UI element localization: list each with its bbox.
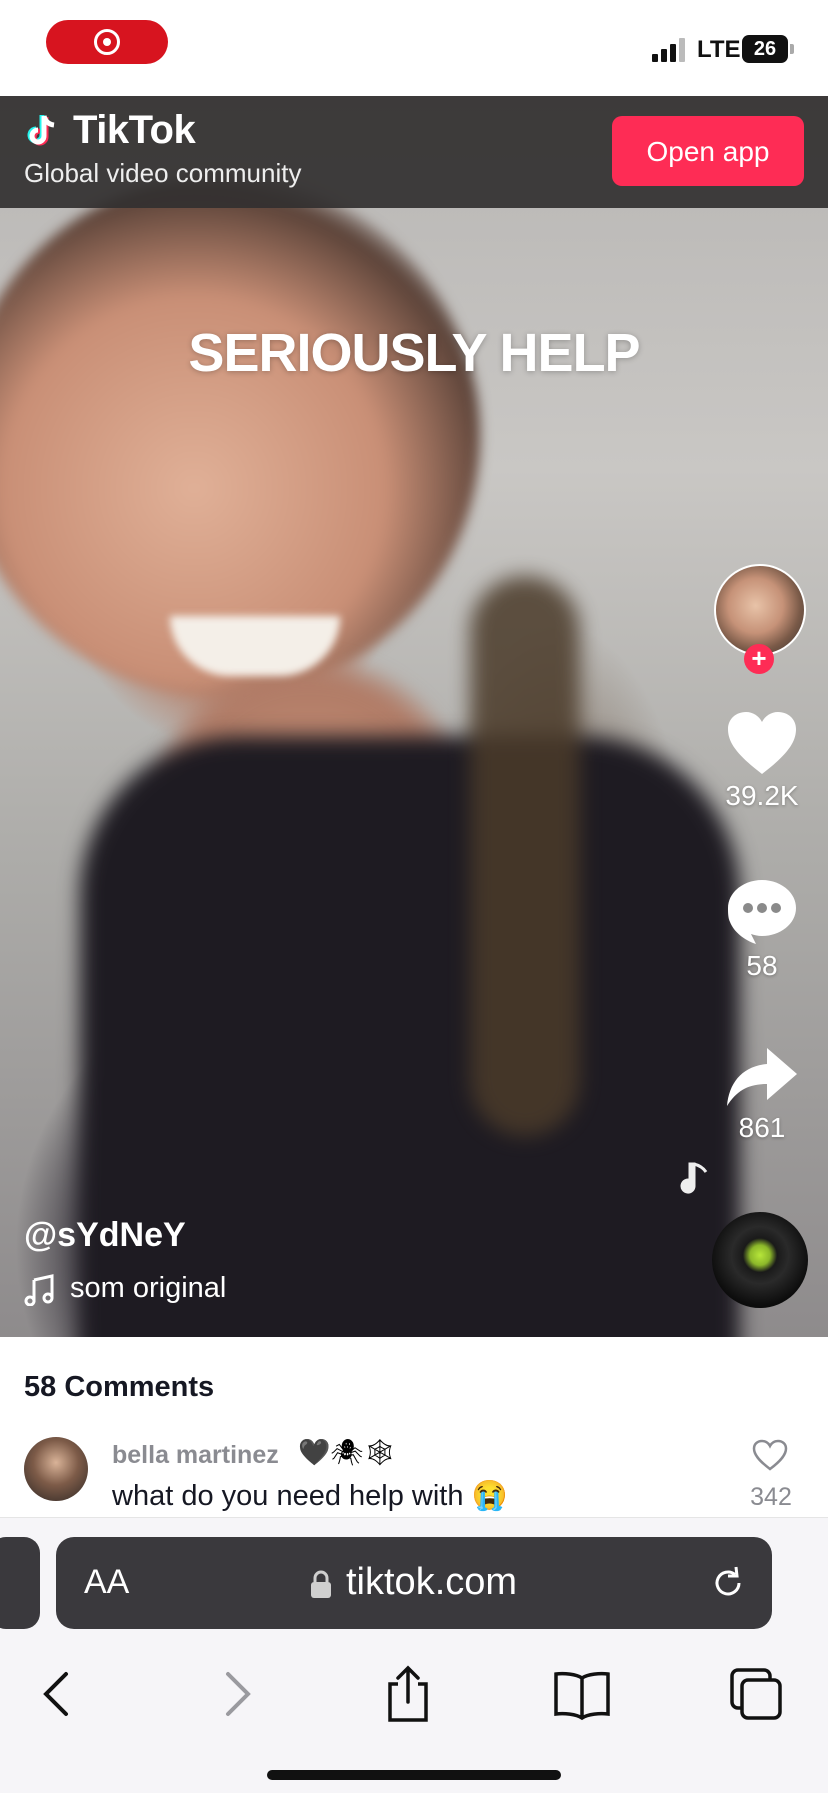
home-indicator [267, 1770, 561, 1780]
creator-username[interactable]: @sYdNeY [24, 1216, 186, 1255]
heart-icon [728, 712, 796, 774]
comments-heading: 58 Comments [24, 1371, 215, 1403]
url-text[interactable]: tiktok.com [346, 1561, 517, 1604]
video-text-overlay: SERIOUSLY HELP [188, 323, 640, 383]
network-type: LTE [697, 36, 741, 63]
comment-count: 58 [746, 950, 778, 981]
music-note-icon [680, 1162, 708, 1194]
text-size-button[interactable]: AA [84, 1563, 129, 1602]
commenter-avatar[interactable] [24, 1437, 88, 1501]
comments-section: 58 Comments bella martinez 🖤🕷🕸 what do y… [0, 1337, 828, 1517]
heart-outline-icon[interactable] [752, 1439, 788, 1471]
brand-name: TikTok [73, 108, 196, 152]
back-icon[interactable] [28, 1664, 88, 1724]
brand-tagline: Global video community [24, 158, 302, 188]
battery-cap [790, 44, 794, 54]
previous-tab-preview[interactable] [0, 1537, 40, 1629]
reload-icon[interactable] [708, 1563, 748, 1603]
comment-bubble-icon [728, 880, 796, 944]
share-count: 861 [738, 1112, 786, 1143]
status-bar: LTE 26 [0, 0, 828, 96]
sound-name: som original [70, 1272, 227, 1304]
share-button[interactable]: 861 [710, 1046, 814, 1144]
bookmarks-icon[interactable] [552, 1664, 612, 1724]
share-icon[interactable] [378, 1664, 438, 1724]
follow-button[interactable]: + [744, 644, 774, 674]
text-size-label: AA [84, 1563, 130, 1601]
tiktok-app-banner: TikTok Global video community Open app [0, 96, 828, 208]
record-icon [94, 29, 120, 55]
tiktok-logo-icon [27, 115, 55, 146]
screen-recording-indicator[interactable] [46, 20, 168, 64]
safari-toolbar: AA tiktok.com [0, 1517, 828, 1793]
cellular-signal-icon [652, 38, 688, 62]
open-app-button[interactable]: Open app [612, 116, 804, 186]
forward-icon[interactable] [206, 1664, 266, 1724]
navigation-toolbar [0, 1646, 828, 1736]
comment-like-count: 342 [750, 1483, 792, 1511]
music-note-icon [24, 1274, 54, 1306]
share-arrow-icon [727, 1048, 797, 1106]
comment-author[interactable]: bella martinez [112, 1441, 279, 1470]
battery-icon: 26 [742, 35, 788, 63]
comment-text: what do you need help with 😭 [112, 1480, 508, 1512]
tabs-icon[interactable] [726, 1664, 786, 1724]
sound-disc[interactable] [712, 1212, 808, 1308]
lock-icon [311, 1570, 331, 1598]
comment-button[interactable]: 58 [710, 878, 814, 982]
like-count: 39.2K [725, 780, 799, 811]
battery-level: 26 [753, 38, 777, 60]
video-player[interactable] [0, 96, 828, 1337]
like-button[interactable]: 39.2K [710, 710, 814, 812]
address-bar[interactable]: AA tiktok.com [56, 1537, 772, 1629]
comment-author-emojis: 🖤🕷🕸 [298, 1437, 397, 1467]
